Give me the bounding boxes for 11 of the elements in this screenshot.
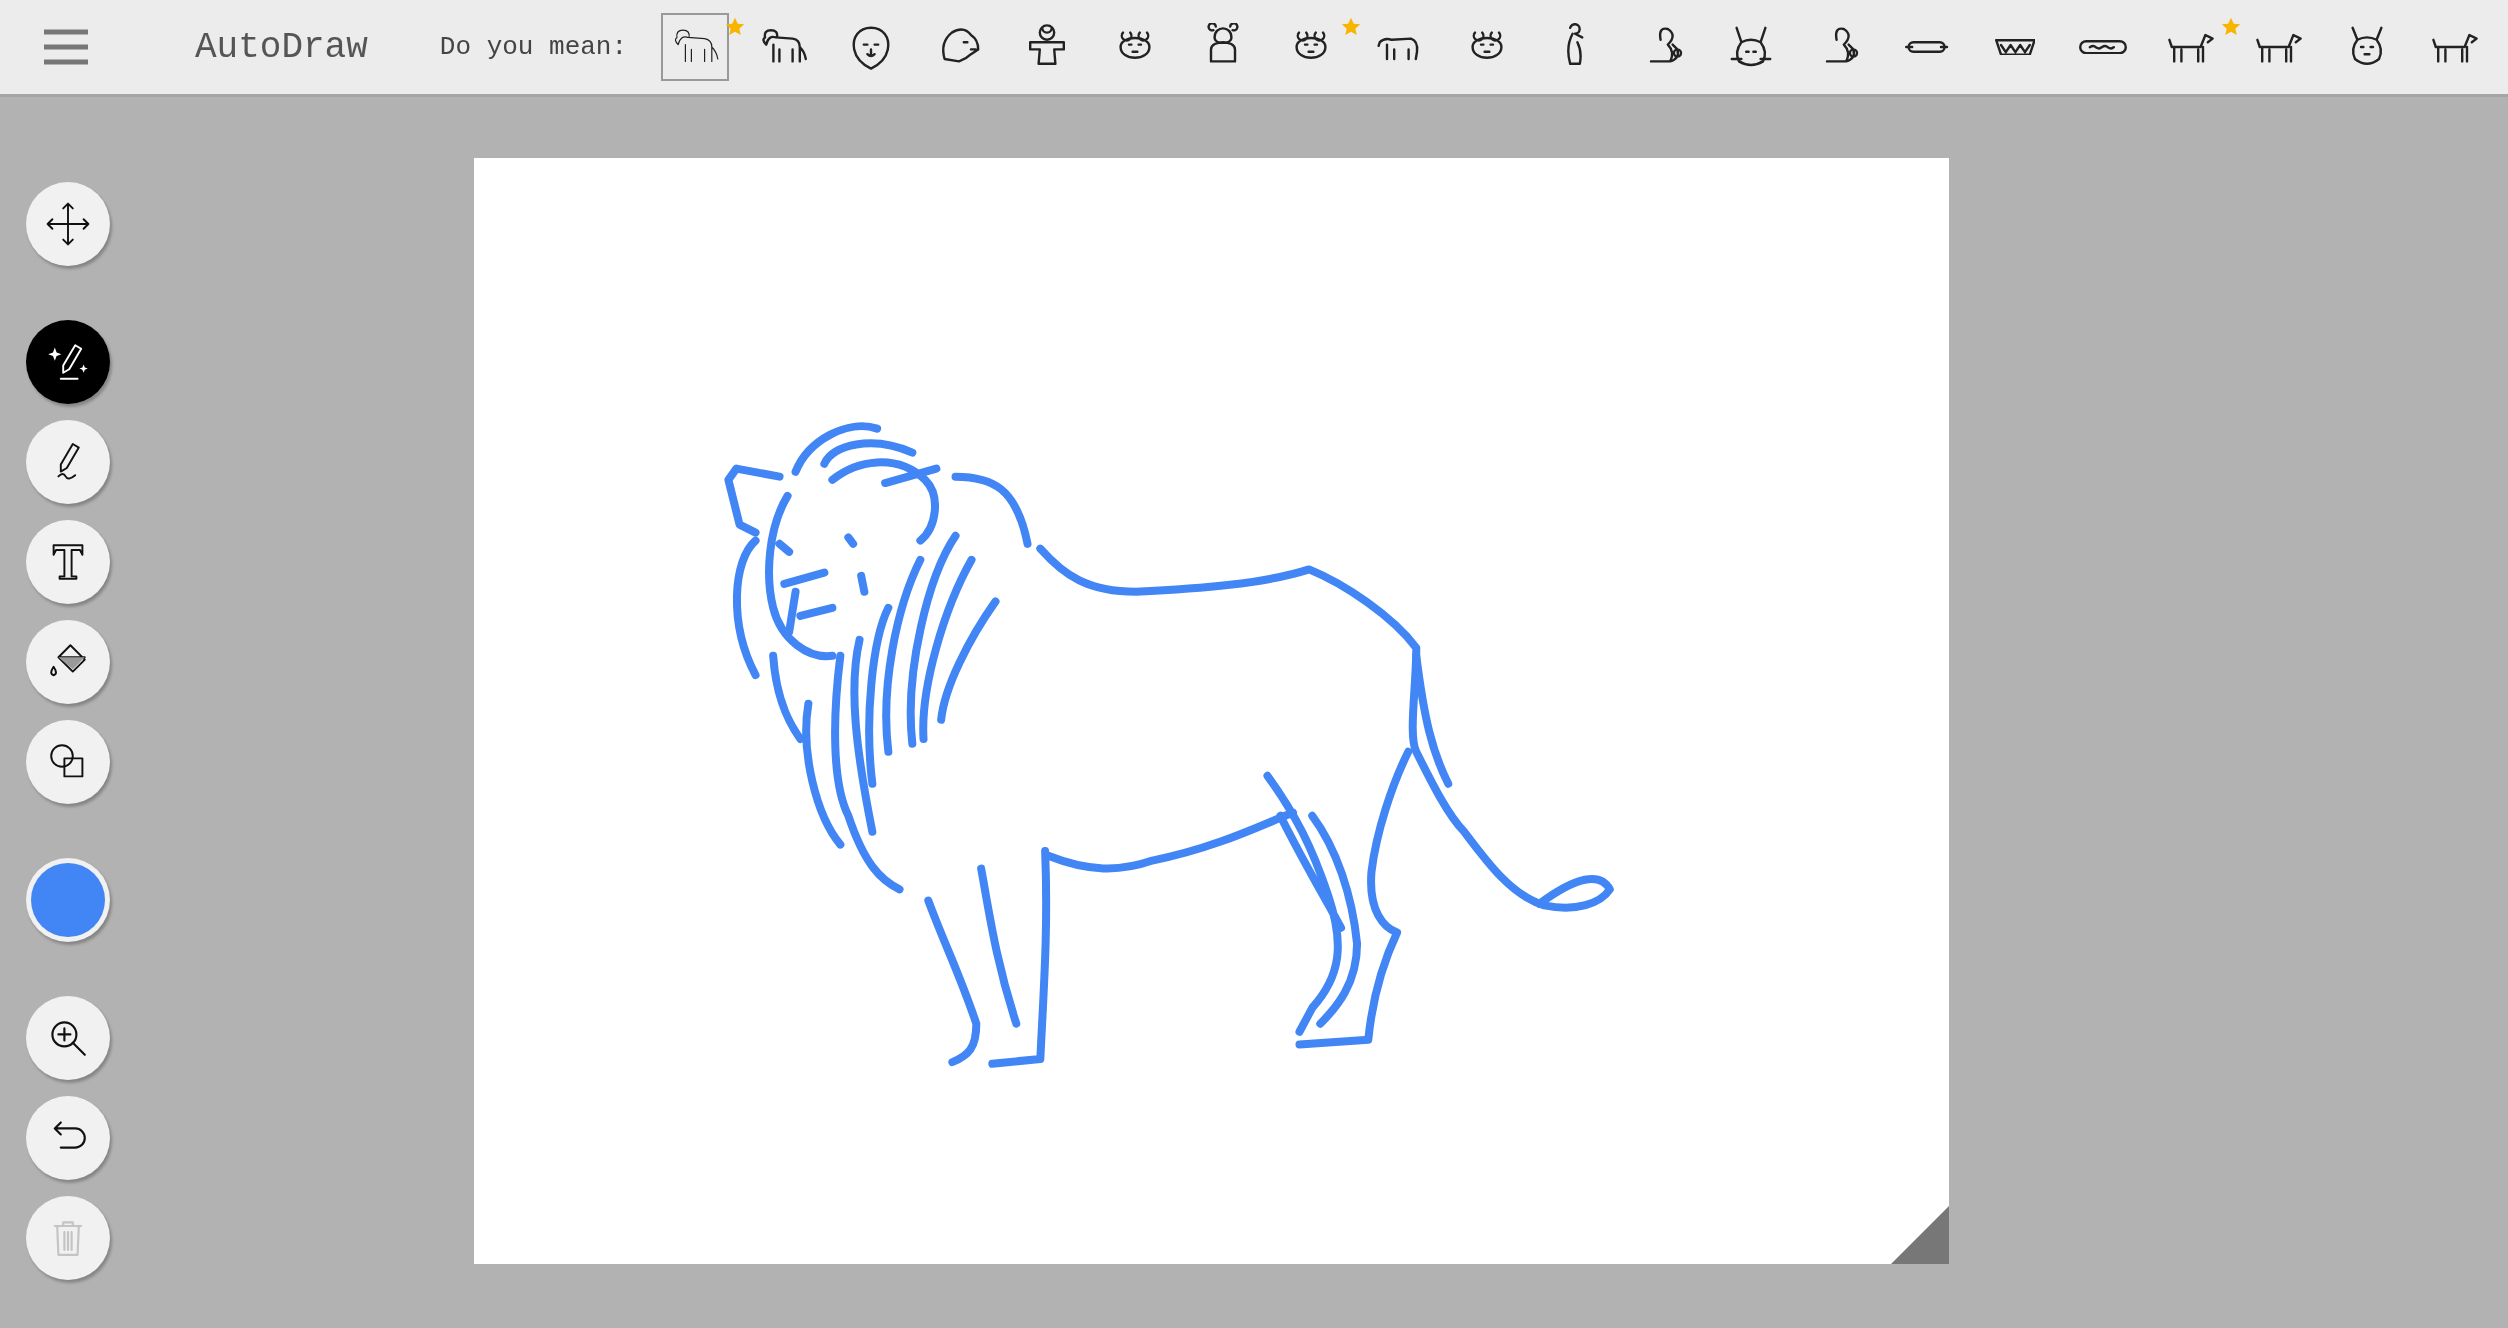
rolling-pin-icon [1905,41,1949,53]
suggestion-button[interactable] [661,13,730,81]
move-icon [44,200,92,248]
hot-dog-icon [2079,39,2128,55]
drawing-canvas[interactable] [474,158,1949,1264]
menu-icon [44,29,88,65]
menu-button[interactable] [44,29,88,65]
page-corner-fold [1891,1206,1949,1264]
basket-icon [1994,38,2036,56]
suggestion-prompt: Do you mean: [439,32,628,62]
app-title: AutoDraw [195,26,368,68]
